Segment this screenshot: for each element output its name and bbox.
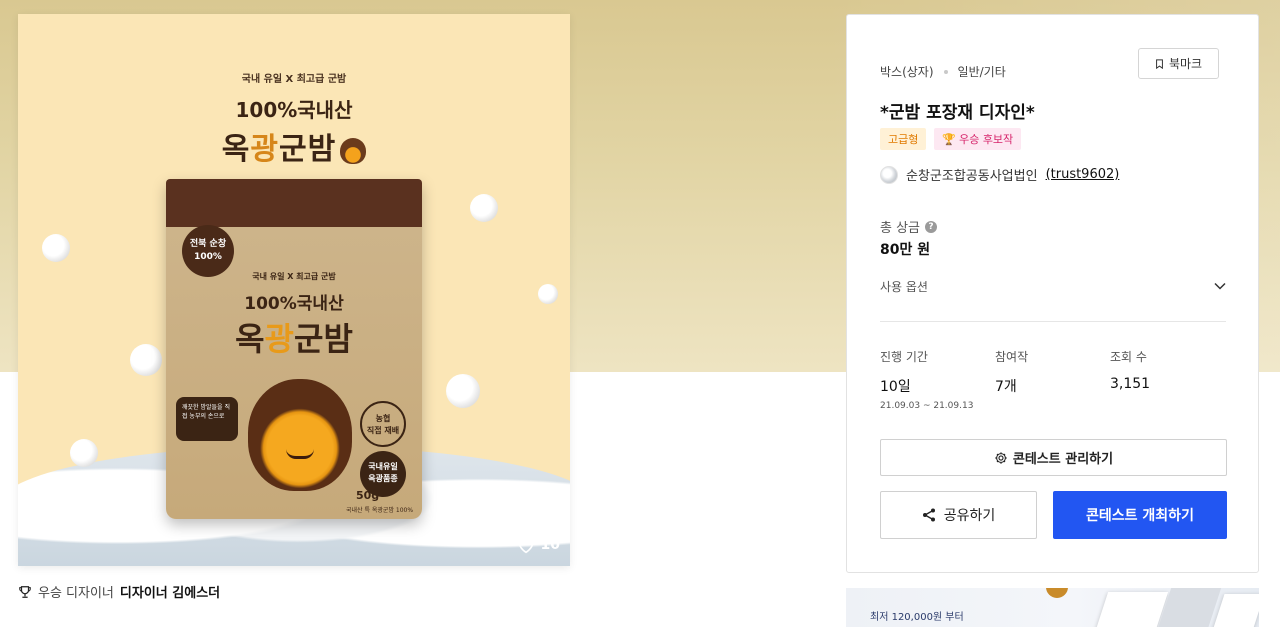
origin-badge-line1: 전북 순창 (189, 239, 227, 249)
award-badge-label: 우승 후보작 (959, 133, 1014, 146)
stat-label: 조회 수 (1110, 350, 1147, 364)
stat-label: 참여작 (995, 350, 1029, 364)
bookmark-icon (1156, 58, 1163, 69)
share-button[interactable]: 공유하기 (880, 491, 1037, 539)
brand-mid: 광 (250, 132, 279, 167)
chestnut-character (248, 379, 352, 491)
cotton-flower-icon (130, 344, 162, 376)
prize-label: 총 상금 ? (880, 217, 938, 236)
help-icon[interactable]: ? (925, 220, 938, 233)
divider (880, 321, 1226, 322)
origin-badge-line2: 100% (194, 252, 222, 262)
promo-banner-text: 최저 120,000원 부터 (870, 612, 964, 623)
seal1-line2: 직접 재배 (366, 426, 400, 435)
package-mockup-image (1211, 594, 1259, 627)
grade-badge: 고급형 (880, 128, 927, 150)
prize-label-text: 총 상금 (880, 221, 921, 236)
stat-views: 조회 수 3,151 (1110, 348, 1225, 411)
pouch-brand-mid: 광 (264, 320, 294, 358)
trophy-icon (19, 585, 31, 598)
heart-icon (518, 538, 533, 554)
trophy-small-icon: 🏆 (942, 132, 957, 146)
share-icon (922, 508, 935, 522)
share-label: 공유하기 (943, 508, 996, 524)
stat-sub: 21.09.03 ~ 21.09.13 (880, 401, 974, 411)
pouch-weight: 50g (356, 489, 380, 502)
seal2-line1: 국내유일 (368, 462, 398, 471)
contest-title: *군밤 포장재 디자인* (880, 103, 1035, 123)
holder-id-link[interactable]: (trust9602) (1046, 167, 1120, 182)
usage-options-toggle[interactable]: 사용 옵션 (880, 271, 1226, 301)
bookmark-button[interactable]: 북마크 (1138, 48, 1219, 79)
contest-info-panel: 박스(상자) 일반/기타 북마크 *군밤 포장재 디자인* 고급형 🏆 우승 후… (846, 14, 1259, 573)
winner-designer: 우승 디자이너 디자이너 김에스더 (18, 582, 220, 601)
stat-value: 7개 (995, 379, 1017, 395)
usage-options-label: 사용 옵션 (880, 279, 928, 294)
avatar (880, 165, 898, 184)
origin-badge: 전북 순창 100% (182, 225, 234, 277)
badge-list: 고급형 🏆 우승 후보작 (880, 128, 1022, 150)
breadcrumb-separator (943, 69, 948, 74)
pouch-package: 전북 순창 100% 국내 유일 X 최고급 군밤 100%국내산 옥광군밤 깨… (166, 179, 422, 519)
pouch-brand-right: 군밤 (294, 320, 353, 358)
stat-period: 진행 기간 10일 21.09.03 ~ 21.09.13 (880, 348, 995, 411)
manage-contest-button[interactable]: 콘테스트 관리하기 (880, 439, 1227, 476)
award-badge: 🏆 우승 후보작 (934, 128, 1022, 150)
designer-name-link[interactable]: 디자이너 김에스더 (120, 582, 220, 601)
cotton-flower-icon (538, 284, 558, 304)
image-subtitle: 국내 유일 X 최고급 군밤 (241, 74, 347, 85)
bookmark-label: 북마크 (1168, 57, 1203, 71)
package-mockup-image (1093, 592, 1169, 627)
holder-name: 순창군조합공동사업법인 (906, 169, 1038, 184)
pouch-brand: 옥광군밤 (166, 314, 422, 360)
image-brand: 옥광군밤 (18, 124, 570, 168)
stat-value: 3,151 (1110, 376, 1151, 392)
breadcrumb-subcategory[interactable]: 일반/기타 (958, 63, 1006, 80)
prize-value: 80만 원 (880, 242, 931, 258)
product-image[interactable]: 국내 유일 X 최고급 군밤 100%국내산 옥광군밤 전북 순창 100% 국… (18, 14, 570, 566)
seal2-line2: 옥광품종 (368, 474, 398, 483)
image-headline: 100%국내산 (235, 98, 353, 122)
contest-stats: 진행 기간 10일 21.09.03 ~ 21.09.13 참여작 7개 조회 … (880, 348, 1226, 411)
cotton-flower-icon (470, 194, 498, 222)
designer-label: 우승 디자이너 (38, 586, 114, 601)
stat-label: 진행 기간 (880, 350, 928, 364)
promo-banner[interactable]: 최저 120,000원 부터 (846, 588, 1259, 627)
like-count: 10 (540, 537, 560, 553)
stat-value: 10일 (880, 379, 911, 395)
character-smile (286, 449, 314, 459)
chevron-down-icon (1214, 282, 1226, 290)
brand-left: 옥 (221, 132, 251, 167)
pouch-speech-bubble: 깨끗한 밤알들을 직접 농부의 손으로 (176, 397, 238, 441)
seal1-line1: 농협 (375, 414, 391, 423)
cotton-flower-icon (42, 234, 70, 262)
brand-right: 군밤 (279, 132, 337, 167)
chestnut-icon (1046, 588, 1068, 598)
pouch-footnote: 국내산 특 옥광군밤 100% (346, 507, 414, 514)
cotton-flower-icon (446, 374, 480, 408)
gear-icon (995, 451, 1007, 464)
pouch-headline: 100%국내산 (244, 294, 344, 314)
cotton-flower-icon (70, 439, 98, 467)
pouch-seal-farm: 농협 직접 재배 (360, 401, 406, 447)
pouch-brand-left: 옥 (235, 320, 265, 358)
pouch-subtitle: 국내 유일 X 최고급 군밤 (252, 272, 336, 281)
contest-holder[interactable]: 순창군조합공동사업법인 (trust9602) (880, 165, 1119, 184)
stat-entries: 참여작 7개 (995, 348, 1110, 411)
breadcrumb-category[interactable]: 박스(상자) (880, 63, 934, 80)
manage-contest-label: 콘테스트 관리하기 (1012, 452, 1114, 467)
like-button[interactable]: 10 (516, 536, 560, 554)
chestnut-icon (340, 137, 367, 164)
host-contest-button[interactable]: 콘테스트 개최하기 (1053, 491, 1227, 539)
breadcrumb: 박스(상자) 일반/기타 (880, 63, 1006, 80)
